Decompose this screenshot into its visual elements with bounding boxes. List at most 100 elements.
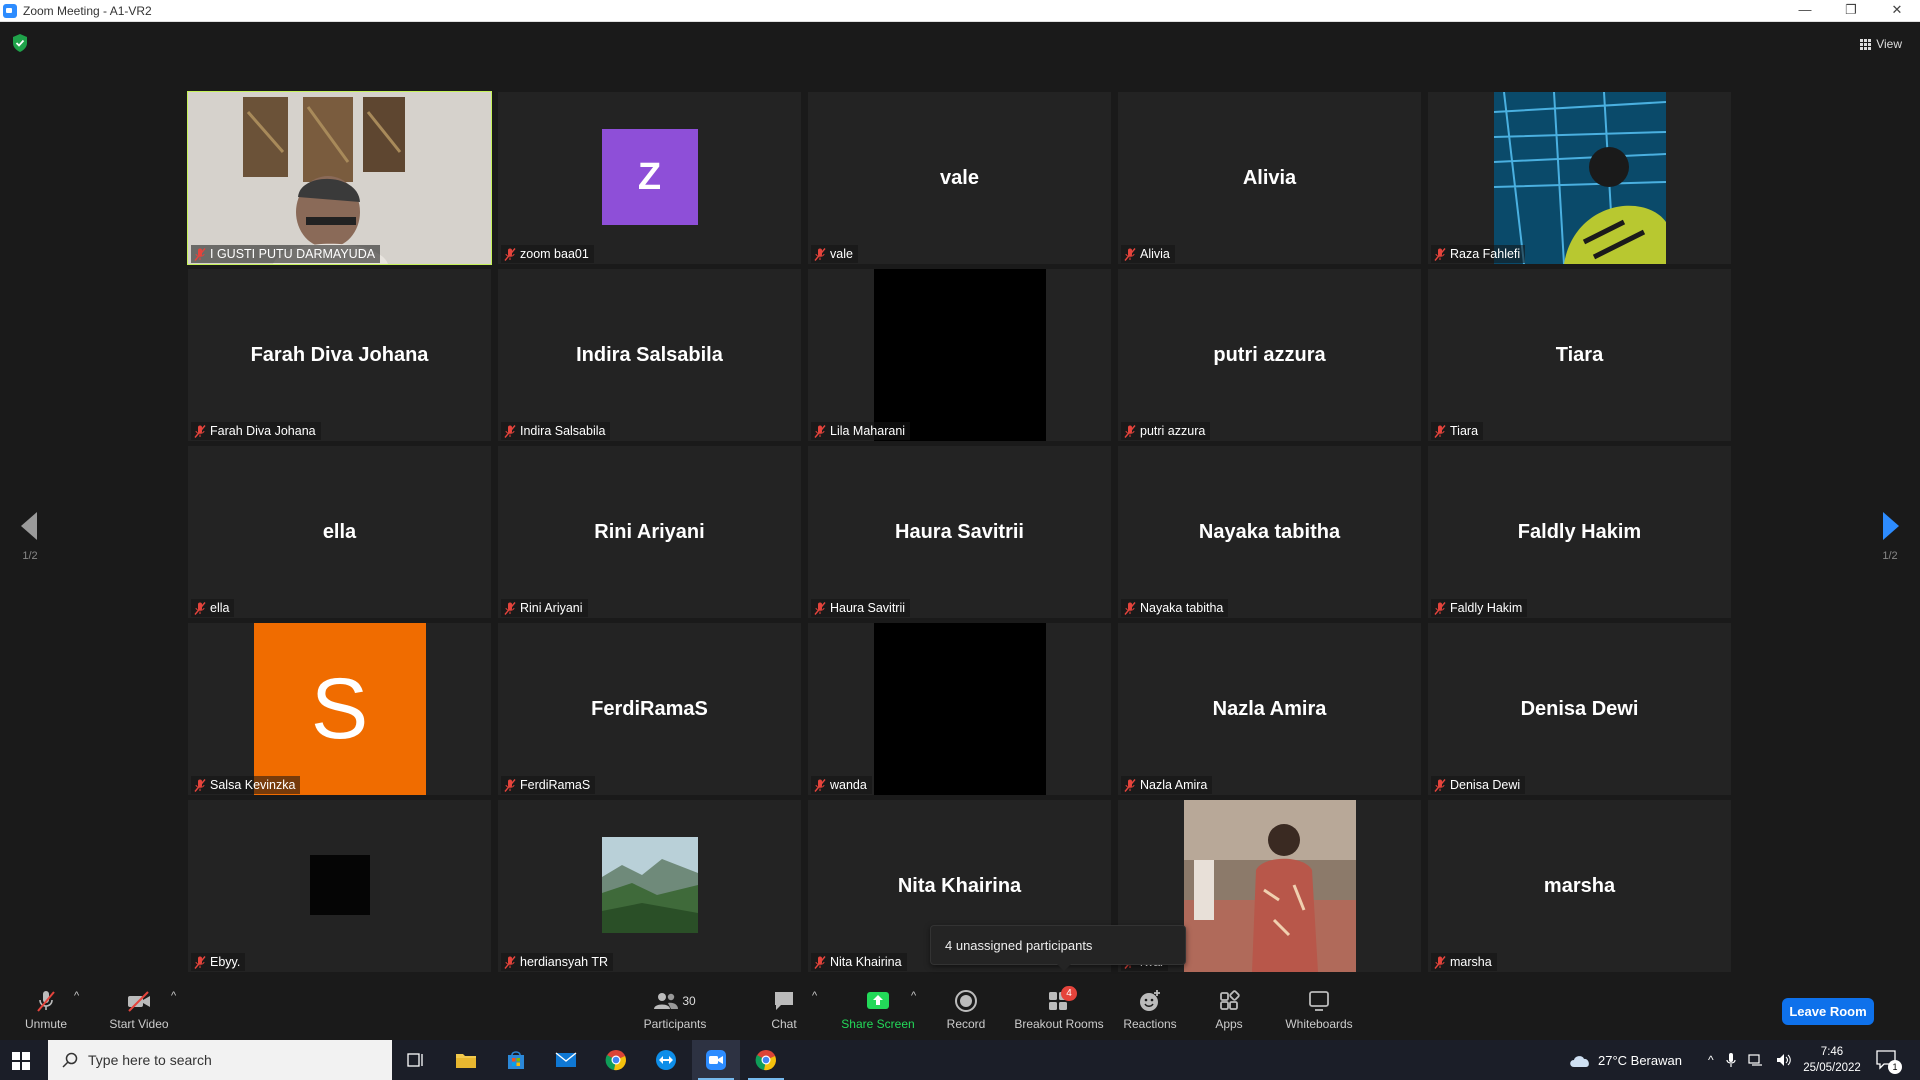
video-grid: I GUSTI PUTU DARMAYUDA Zzoom baa01 vale val… [187, 91, 1732, 976]
chat-options-caret[interactable]: ^ [812, 990, 817, 1002]
participant-tile[interactable]: Raza Fahlefi [1428, 92, 1731, 264]
participant-label-text: Rini Ariyani [520, 601, 583, 615]
participant-tile[interactable]: Alivia Alivia [1118, 92, 1421, 264]
chrome-icon[interactable] [592, 1040, 640, 1080]
start-video-label: Start Video [109, 1017, 169, 1031]
unassigned-participants-popover[interactable]: 4 unassigned participants [930, 925, 1186, 971]
mic-muted-icon [1434, 247, 1446, 261]
breakout-rooms-button[interactable]: 4 Breakout Rooms [1014, 980, 1104, 1040]
mic-muted-icon [814, 778, 826, 792]
participant-tile[interactable]: Indira Salsabila Indira Salsabila [498, 269, 801, 441]
share-screen-button[interactable]: Share Screen [838, 980, 918, 1040]
participant-tile[interactable]: herdiansyah TR [498, 800, 801, 972]
participant-name-label: putri azzura [1121, 422, 1211, 440]
participant-label-text: zoom baa01 [520, 247, 589, 261]
breakout-rooms-label: Breakout Rooms [1014, 1017, 1104, 1031]
view-button[interactable]: View [1860, 34, 1902, 54]
mic-muted-icon [1434, 778, 1446, 792]
mail-icon[interactable] [542, 1040, 590, 1080]
restore-button[interactable]: ❐ [1828, 0, 1874, 22]
participant-tile[interactable]: Faldly Hakim Faldly Hakim [1428, 446, 1731, 618]
weather-widget[interactable]: 27°C Berawan [1568, 1040, 1682, 1080]
whiteboard-icon [1309, 991, 1329, 1011]
participant-display-name: Denisa Dewi [1520, 697, 1639, 720]
participants-button[interactable]: 30 Participants [640, 980, 710, 1040]
security-shield-icon[interactable] [12, 34, 28, 52]
volume-icon[interactable] [1776, 1053, 1792, 1067]
mic-muted-icon [1434, 424, 1446, 438]
participant-tile[interactable]: Lila Maharani [808, 269, 1111, 441]
file-explorer-icon[interactable] [442, 1040, 490, 1080]
participant-label-text: Nita Khairina [830, 955, 902, 969]
audio-options-caret[interactable]: ^ [74, 990, 79, 1002]
participant-tile[interactable]: Zzoom baa01 [498, 92, 801, 264]
whiteboards-button[interactable]: Whiteboards [1282, 980, 1356, 1040]
zoom-taskbar-icon[interactable] [692, 1040, 740, 1080]
participant-name-label: herdiansyah TR [501, 953, 614, 971]
participant-tile[interactable]: FerdiRamaS FerdiRamaS [498, 623, 801, 795]
participant-tile[interactable]: Nazla Amira Nazla Amira [1118, 623, 1421, 795]
participant-tile[interactable]: marsha marsha [1428, 800, 1731, 972]
task-view-icon[interactable] [392, 1040, 440, 1080]
chat-button[interactable]: Chat [766, 980, 802, 1040]
mic-muted-icon [504, 778, 516, 792]
mic-muted-icon [194, 247, 206, 261]
notification-center-button[interactable]: 1 [1876, 1040, 1902, 1080]
next-page-button[interactable]: 1/2 [1870, 512, 1910, 582]
chrome-profile-icon[interactable] [742, 1040, 790, 1080]
view-label: View [1876, 37, 1902, 51]
mic-muted-icon [1124, 424, 1136, 438]
participant-tile[interactable]: Haura Savitrii Haura Savitrii [808, 446, 1111, 618]
close-button[interactable]: ✕ [1874, 0, 1920, 22]
video-options-caret[interactable]: ^ [171, 990, 176, 1002]
record-button[interactable]: Record [944, 980, 988, 1040]
participant-tile[interactable]: Denisa Dewi Denisa Dewi [1428, 623, 1731, 795]
unmute-button[interactable]: Unmute [20, 980, 72, 1040]
participant-label-text: ella [210, 601, 230, 615]
teamviewer-icon[interactable] [642, 1040, 690, 1080]
participant-tile[interactable]: Nayaka tabitha Nayaka tabitha [1118, 446, 1421, 618]
windows-start-icon[interactable] [12, 1052, 30, 1070]
participant-label-text: Denisa Dewi [1450, 778, 1521, 792]
clock[interactable]: 7:46 25/05/2022 [1800, 1040, 1864, 1080]
window-title: Zoom Meeting - A1-VR2 [23, 4, 152, 18]
taskbar-search-input[interactable]: Type here to search [48, 1040, 392, 1080]
minimize-button[interactable]: — [1782, 0, 1828, 22]
participant-tile[interactable]: vale vale [808, 92, 1111, 264]
participant-tile[interactable]: putri azzura putri azzura [1118, 269, 1421, 441]
leave-room-button[interactable]: Leave Room [1782, 998, 1874, 1025]
reactions-button[interactable]: Reactions [1122, 980, 1178, 1040]
participant-name-label: Denisa Dewi [1431, 776, 1526, 794]
chevron-up-icon[interactable]: ^ [1708, 1053, 1714, 1067]
mic-muted-icon [194, 601, 206, 615]
breakout-badge: 4 [1061, 986, 1077, 1001]
start-video-button[interactable]: Start Video [106, 980, 172, 1040]
participant-tile[interactable]: Ebyy. [188, 800, 491, 972]
mic-muted-icon [504, 955, 516, 969]
participant-tile[interactable]: Rini Ariyani Rini Ariyani [498, 446, 801, 618]
apps-button[interactable]: Apps [1212, 980, 1246, 1040]
mic-muted-icon [1124, 601, 1136, 615]
clock-time: 7:46 [1820, 1046, 1844, 1058]
participant-tile[interactable]: Farah Diva Johana Farah Diva Johana [188, 269, 491, 441]
participant-display-name: Nayaka tabitha [1198, 520, 1341, 543]
participant-name-label: Indira Salsabila [501, 422, 611, 440]
prev-page-button[interactable]: 1/2 [10, 512, 50, 582]
participant-label-text: Raza Fahlefi [1450, 247, 1521, 261]
participant-tile[interactable]: Tiara Tiara [1428, 269, 1731, 441]
participant-tile[interactable]: I GUSTI PUTU DARMAYUDA [187, 91, 492, 265]
network-icon[interactable] [1748, 1053, 1764, 1067]
page-indicator-left: 1/2 [22, 550, 38, 562]
share-options-caret[interactable]: ^ [911, 990, 916, 1002]
microphone-icon[interactable] [1726, 1052, 1736, 1068]
participant-label-text: Ebyy. [210, 955, 241, 969]
mic-muted-icon [1434, 601, 1446, 615]
participant-name-label: Faldly Hakim [1431, 599, 1528, 617]
participant-tile[interactable]: ella ella [188, 446, 491, 618]
participant-label-text: herdiansyah TR [520, 955, 609, 969]
participant-tile[interactable]: wanda [808, 623, 1111, 795]
participant-tile[interactable]: S Salsa Kevinzka [188, 623, 491, 795]
weather-text: 27°C Berawan [1598, 1052, 1682, 1068]
microsoft-store-icon[interactable] [492, 1040, 540, 1080]
participant-name-label: Rini Ariyani [501, 599, 588, 617]
